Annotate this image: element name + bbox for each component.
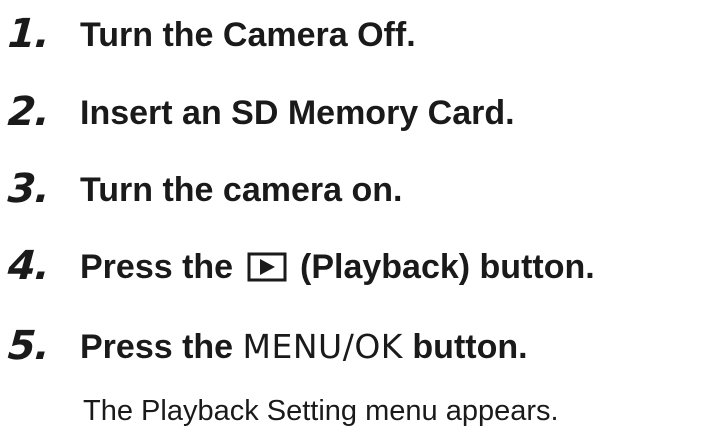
step-text: Insert an SD Memory Card.: [80, 94, 515, 132]
step-text-after: (Playback) button.: [300, 248, 595, 286]
menu-ok-button-label: MENU/OK: [242, 327, 403, 366]
result-note: The Playback Setting menu appears.: [83, 395, 559, 427]
step-text: Press the MENU/OK button.: [80, 322, 528, 372]
step-number: 4.: [6, 243, 51, 289]
step-text-before: Press the: [80, 248, 234, 286]
step-text: Turn the Camera Off.: [80, 16, 416, 54]
step-text: Turn the camera on.: [80, 171, 403, 209]
step-number: 1.: [6, 11, 51, 57]
step-4: 4. Press the (Playback) button.: [0, 240, 718, 300]
step-number: 5.: [6, 323, 51, 369]
step-5: 5. Press the MENU/OK button.: [0, 320, 718, 380]
step-3: 3. Turn the camera on.: [0, 163, 718, 223]
step-1: 1. Turn the Camera Off.: [0, 8, 718, 68]
step-2: 2. Insert an SD Memory Card.: [0, 86, 718, 146]
step-text-after: button.: [412, 328, 528, 366]
step-text: Press the (Playback) button.: [80, 242, 595, 292]
step-number: 2.: [6, 89, 51, 135]
step-text-before: Press the: [80, 328, 234, 366]
step-number: 3.: [6, 166, 51, 212]
playback-icon: [247, 246, 287, 282]
